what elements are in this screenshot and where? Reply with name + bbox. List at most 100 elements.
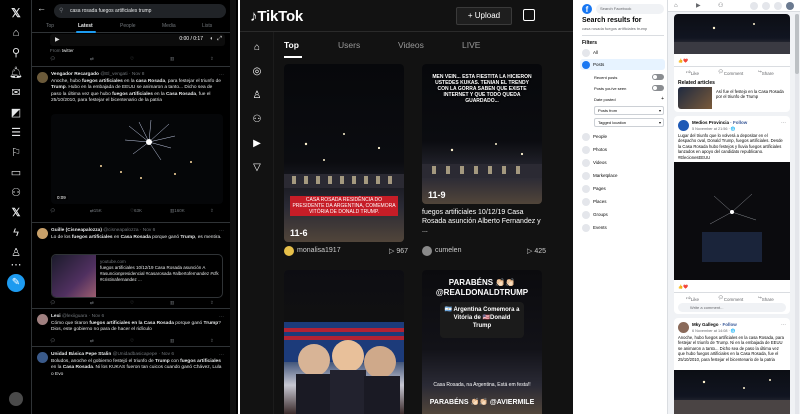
profile-icon[interactable]: ▽ — [251, 162, 263, 174]
share-icon[interactable]: ⇪ — [210, 338, 214, 344]
tiktok-logo[interactable]: ♪TikTok — [250, 8, 303, 25]
recent-posts-filter[interactable]: Recent posts — [594, 72, 664, 82]
follow-link[interactable]: · Follow — [720, 322, 737, 327]
filter-events[interactable]: Events — [580, 222, 665, 233]
notifications-icon[interactable] — [774, 2, 782, 10]
avatar[interactable] — [678, 322, 689, 333]
video-username[interactable]: cumelen — [435, 247, 461, 254]
scrollbar-thumb[interactable] — [795, 14, 799, 74]
scrollbar[interactable] — [230, 0, 236, 414]
more-options-icon[interactable]: ⋯ — [219, 228, 224, 234]
reaction-summary[interactable]: 👍❤️ — [678, 58, 688, 63]
avatar[interactable] — [678, 120, 689, 131]
like-button[interactable]: 👍︎ Like — [686, 295, 699, 302]
tweet[interactable]: Unidad Básica Pepe Stalin @Unidadbasicap… — [32, 350, 232, 414]
tweet-video[interactable]: 0:09 — [51, 114, 223, 204]
like-button[interactable]: 👍︎ Like — [686, 69, 699, 76]
like-icon[interactable]: ♡ — [130, 300, 134, 306]
video-card[interactable]: CASA ROSADA RESIDÊNCIA DO PRESIDENTE DA … — [284, 64, 404, 242]
tweet-author[interactable]: Guille (Cisneapalozza) — [51, 228, 102, 233]
back-arrow-icon[interactable]: ← — [37, 3, 46, 13]
from-username[interactable]: twitter — [62, 48, 74, 53]
views-icon[interactable]: ▥ — [170, 56, 174, 62]
inbox-icon[interactable] — [523, 9, 535, 21]
upload-button[interactable]: + Upload — [456, 7, 512, 25]
more-options-icon[interactable]: ⋯ — [219, 314, 224, 320]
post-author[interactable]: Medios Provincia · Follow — [692, 120, 747, 125]
recent-posts-toggle[interactable] — [652, 74, 664, 80]
facebook-logo[interactable]: f — [582, 4, 592, 14]
following-icon[interactable]: ♙ — [251, 90, 263, 102]
messages-icon[interactable]: ✉ — [9, 86, 23, 100]
reply-icon[interactable]: 💬︎ — [50, 338, 56, 344]
tagged-location-select[interactable]: Tagged location — [594, 118, 664, 127]
posts-seen-filter[interactable]: Posts you've seen — [594, 83, 664, 93]
facebook-post[interactable]: 👍❤️ 👍︎ Like 💬︎ Comment ↪ Share Related a… — [674, 14, 790, 112]
avatar[interactable] — [37, 352, 48, 363]
home-icon[interactable]: ⌂ — [674, 2, 682, 10]
view-count[interactable]: ▥ 160K — [170, 208, 185, 214]
video-card[interactable]: MEN VEIN... ESTA FIESTITA LA HICIERON US… — [422, 64, 542, 204]
video-player-controls[interactable]: ▶ 0:00 / 0:17 ◖ ⤢ — [50, 34, 225, 46]
video-icon[interactable]: ▶ — [696, 2, 704, 10]
more-icon[interactable]: ⋯ — [9, 258, 23, 272]
search-input[interactable]: ⚲ casa rosada fuegos artificiales trump — [54, 4, 226, 18]
filter-photos[interactable]: Photos — [580, 144, 665, 155]
filter-places[interactable]: Places — [580, 196, 665, 207]
tweet-author[interactable]: Lexi — [51, 314, 61, 319]
messenger-icon[interactable] — [762, 2, 770, 10]
tab-top[interactable]: Top — [46, 23, 54, 29]
video-card[interactable]: PARABÉNS 👏🏻👏🏻 @REALDONALDTRUMP 🇦🇷 Argent… — [422, 270, 542, 414]
post-image[interactable] — [674, 14, 790, 54]
comment-input[interactable]: Write a comment... — [678, 303, 786, 312]
lists-icon[interactable]: ☰ — [9, 126, 23, 140]
tab-videos[interactable]: Videos — [398, 40, 424, 50]
premium-icon[interactable]: 𝕏 — [9, 206, 23, 220]
follow-link[interactable]: · Follow — [730, 120, 747, 125]
tab-lists[interactable]: Lists — [202, 23, 212, 29]
tab-users[interactable]: Users — [338, 40, 360, 50]
retweet-icon[interactable]: ⇄ — [90, 338, 94, 344]
notifications-icon[interactable]: 🔔︎ — [9, 66, 23, 80]
communities-icon[interactable]: ⚇ — [9, 186, 23, 200]
reply-icon[interactable]: 💬︎ — [50, 208, 56, 214]
grok-icon[interactable]: ◩ — [9, 106, 23, 120]
facebook-post[interactable]: Medios Provincia · Follow 5 November at … — [674, 116, 790, 314]
more-options-icon[interactable]: ⋯ — [219, 352, 224, 358]
link-preview-card[interactable]: youtube.com fuegos artificiales 10/12/19… — [51, 254, 223, 298]
tweet-handle[interactable]: @cisneapalozza · Nov 6 — [103, 228, 155, 233]
filter-people[interactable]: People — [580, 131, 665, 142]
account-avatar[interactable] — [9, 392, 23, 406]
filter-groups[interactable]: Groups — [580, 209, 665, 220]
tab-latest[interactable]: Latest — [78, 23, 93, 29]
tweet-author[interactable]: Unidad Básica Pepe Stalin — [51, 352, 111, 357]
filter-marketplace[interactable]: Marketplace — [580, 170, 665, 181]
more-options-icon[interactable]: ⋯ — [781, 322, 786, 328]
post-author[interactable]: Mky Gallego · Follow — [692, 322, 737, 327]
filter-posts[interactable]: Posts — [580, 59, 665, 70]
more-options-icon[interactable]: ⋯ — [781, 120, 786, 126]
video-card[interactable] — [284, 270, 404, 414]
like-count[interactable]: ♡ 63K — [130, 208, 142, 214]
reply-icon[interactable]: 💬︎ — [50, 56, 56, 62]
avatar[interactable] — [284, 246, 294, 256]
tweet[interactable]: Guille (Cisneapalozza) @cisneapalozza · … — [32, 226, 232, 306]
tab-media[interactable]: Media — [162, 23, 176, 29]
share-button[interactable]: ↪ Share — [758, 69, 774, 76]
reaction-summary[interactable]: 👍❤️ — [678, 284, 688, 289]
post-image[interactable] — [674, 370, 790, 414]
retweet-icon[interactable]: ⇄ — [90, 300, 94, 306]
friends-icon[interactable]: ⚇ — [251, 114, 263, 126]
more-options-icon[interactable]: ⋯ — [219, 72, 224, 78]
views-icon[interactable]: ▥ — [170, 300, 174, 306]
home-icon[interactable]: ⌂ — [251, 42, 263, 54]
tweet-handle[interactable]: @El_vengati · Nov 8 — [100, 72, 144, 77]
avatar[interactable] — [37, 72, 48, 83]
bookmarks-icon[interactable]: ⚐ — [9, 146, 23, 160]
jobs-icon[interactable]: ▭ — [9, 166, 23, 180]
date-posted-filter[interactable]: Date posted + — [594, 94, 664, 104]
live-icon[interactable]: ▶ — [251, 138, 263, 150]
tweet[interactable]: Lexi @lexiiguara · Nov 6 ⋯ Cómo que tira… — [32, 312, 232, 346]
fullscreen-icon[interactable]: ⤢ — [217, 36, 222, 43]
tweet-handle[interactable]: @Unidadbasicapepe · Nov 6 — [113, 352, 174, 357]
